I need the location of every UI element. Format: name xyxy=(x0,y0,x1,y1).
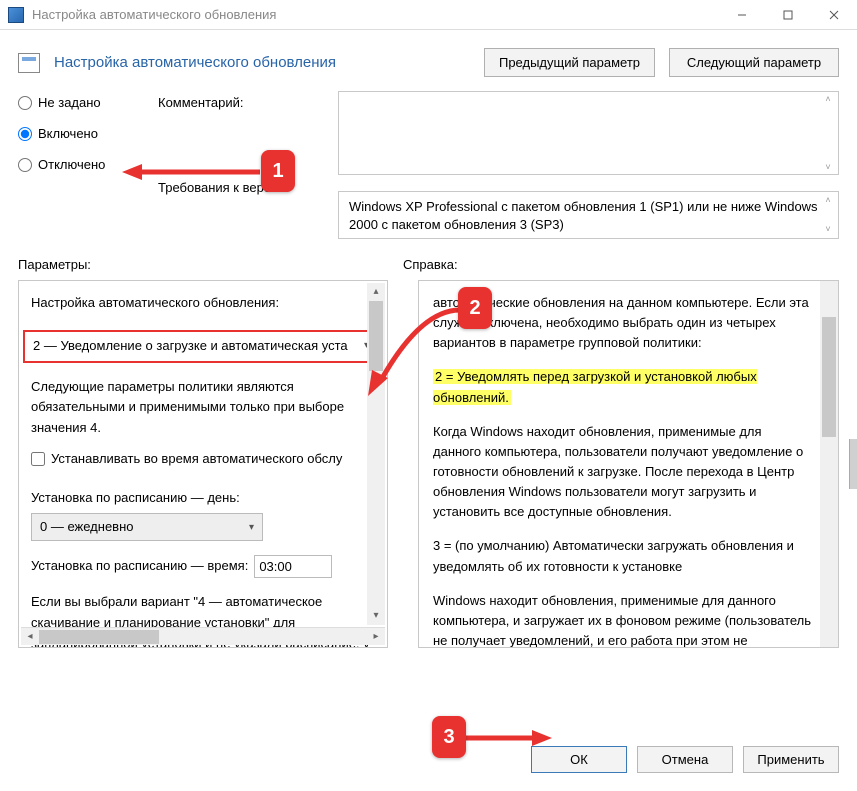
requirements-box: Windows XP Professional с пакетом обновл… xyxy=(338,191,839,239)
radio-enabled-input[interactable] xyxy=(18,127,32,141)
schedule-time-input[interactable] xyxy=(254,555,332,578)
radio-disabled-input[interactable] xyxy=(18,158,32,172)
schedule-time-label: Установка по расписанию — время: xyxy=(31,556,248,577)
close-button[interactable] xyxy=(811,0,857,30)
resize-handle[interactable] xyxy=(849,439,857,489)
policy-note: Следующие параметры политики являются об… xyxy=(31,377,373,439)
dialog-footer: ОК Отмена Применить xyxy=(531,746,839,773)
policy-header: Настройка автоматического обновления Пре… xyxy=(0,30,857,87)
comment-label: Комментарий: xyxy=(158,95,328,110)
parameters-vscrollbar[interactable]: ▴ ▾ xyxy=(367,283,385,625)
parameters-section-label: Параметры: xyxy=(18,257,403,272)
maintenance-checkbox-row[interactable]: Устанавливать во время автоматического о… xyxy=(31,449,373,470)
apply-button[interactable]: Применить xyxy=(743,746,839,773)
help-p2: 2 = Уведомлять перед загрузкой и установ… xyxy=(433,367,812,407)
update-mode-label: Настройка автоматического обновления: xyxy=(31,293,373,314)
window-title: Настройка автоматического обновления xyxy=(32,7,719,22)
maximize-button[interactable] xyxy=(765,0,811,30)
requirements-scrollbar[interactable]: ˄˅ xyxy=(820,194,836,236)
help-p5: Windows находит обновления, применимые д… xyxy=(433,591,812,648)
comment-scrollbar[interactable]: ˄˅ xyxy=(820,94,836,172)
comment-textarea[interactable]: ˄˅ xyxy=(338,91,839,175)
requirements-text: Windows XP Professional с пакетом обновл… xyxy=(349,199,818,232)
help-section-label: Справка: xyxy=(403,257,839,272)
radio-disabled[interactable]: Отключено xyxy=(18,157,148,172)
radio-enabled[interactable]: Включено xyxy=(18,126,148,141)
window-titlebar: Настройка автоматического обновления xyxy=(0,0,857,30)
page-title: Настройка автоматического обновления xyxy=(54,54,470,71)
minimize-button[interactable] xyxy=(719,0,765,30)
update-mode-dropdown[interactable]: 2 — Уведомление о загрузке и автоматичес… xyxy=(23,330,379,363)
annotation-badge-2: 2 xyxy=(458,287,492,329)
help-vscrollbar[interactable] xyxy=(820,281,838,647)
app-icon xyxy=(8,7,24,23)
parameters-panel: Настройка автоматического обновления: 2 … xyxy=(18,280,388,648)
help-panel: автоматические обновления на данном комп… xyxy=(418,280,839,648)
schedule-day-label: Установка по расписанию — день: xyxy=(31,488,373,509)
policy-icon xyxy=(18,53,40,73)
previous-setting-button[interactable]: Предыдущий параметр xyxy=(484,48,655,77)
radio-not-configured-label: Не задано xyxy=(38,95,101,110)
ok-button[interactable]: ОК xyxy=(531,746,627,773)
chevron-down-icon: ▾ xyxy=(249,520,254,536)
requirements-label: Требования к версии: xyxy=(158,180,328,195)
radio-disabled-label: Отключено xyxy=(38,157,105,172)
maintenance-checkbox[interactable] xyxy=(31,452,45,466)
annotation-badge-1: 1 xyxy=(261,150,295,192)
next-setting-button[interactable]: Следующий параметр xyxy=(669,48,839,77)
annotation-badge-3: 3 xyxy=(432,716,466,758)
radio-not-configured[interactable]: Не задано xyxy=(18,95,148,110)
cancel-button[interactable]: Отмена xyxy=(637,746,733,773)
radio-not-configured-input[interactable] xyxy=(18,96,32,110)
parameters-hscrollbar[interactable]: ◂ ▸ xyxy=(21,627,385,645)
maintenance-checkbox-label: Устанавливать во время автоматического о… xyxy=(51,449,342,470)
schedule-day-dropdown[interactable]: 0 — ежедневно ▾ xyxy=(31,513,263,542)
schedule-day-value: 0 — ежедневно xyxy=(40,519,134,534)
help-p4: 3 = (по умолчанию) Автоматически загружа… xyxy=(433,536,812,576)
radio-enabled-label: Включено xyxy=(38,126,98,141)
help-p3: Когда Windows находит обновления, примен… xyxy=(433,422,812,523)
update-mode-value: 2 — Уведомление о загрузке и автоматичес… xyxy=(33,338,348,353)
